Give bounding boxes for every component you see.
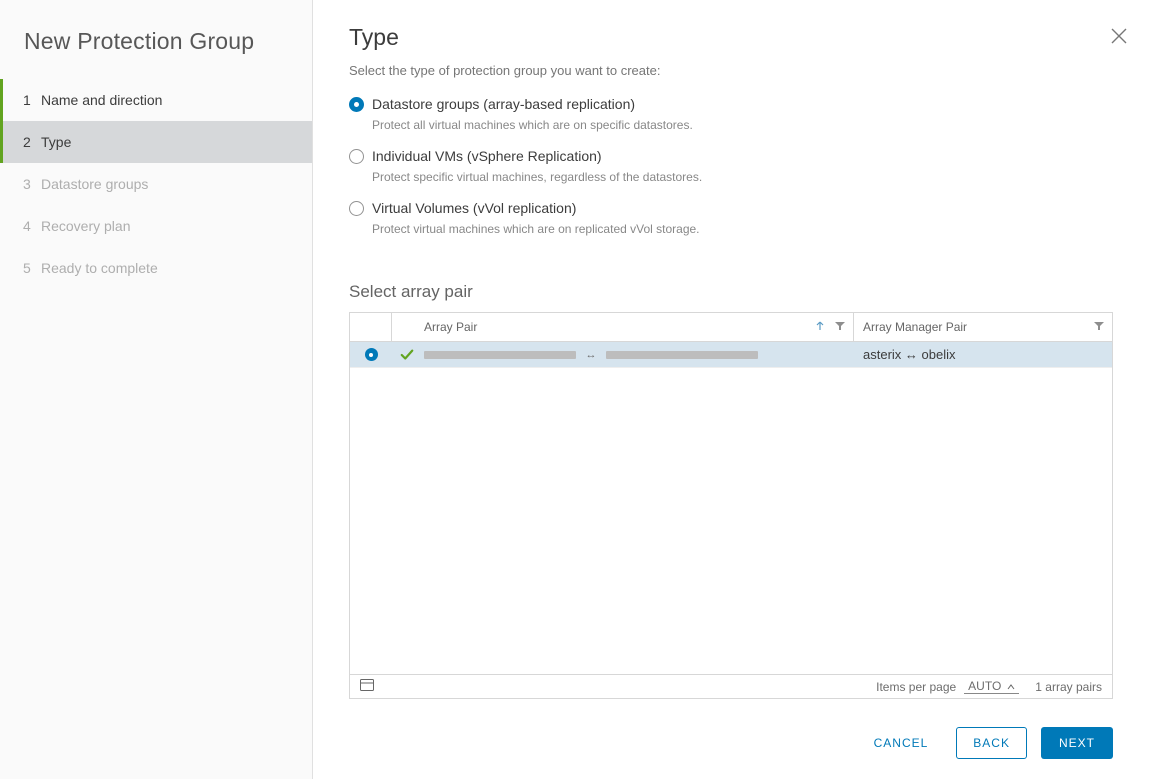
radio-desc: Protect specific virtual machines, regar…	[372, 170, 1113, 184]
step-ready-complete: 5 Ready to complete	[0, 247, 312, 289]
items-per-page-select[interactable]: AUTO	[964, 679, 1019, 694]
col-array-pair[interactable]: Array Pair	[392, 313, 854, 341]
step-name-direction[interactable]: 1 Name and direction	[0, 79, 312, 121]
redacted-text	[606, 351, 758, 359]
back-button[interactable]: BACK	[956, 727, 1027, 759]
items-per-page-value: AUTO	[968, 679, 1001, 693]
array-pair-section-title: Select array pair	[349, 282, 1113, 302]
items-per-page: Items per page AUTO	[876, 679, 1019, 694]
redacted-text	[424, 351, 576, 359]
array-pair-grid: Array Pair Array Manager Pair	[349, 312, 1113, 699]
column-toggle-icon	[360, 680, 374, 694]
radio-icon	[349, 97, 364, 112]
swap-icon: ↔	[582, 349, 600, 361]
radio-desc: Protect all virtual machines which are o…	[372, 118, 1113, 132]
radio-desc: Protect virtual machines which are on re…	[372, 222, 1113, 236]
radio-individual-vms[interactable]: Individual VMs (vSphere Replication) Pro…	[349, 148, 1113, 184]
wizard-steps: 1 Name and direction 2 Type 3 Datastore …	[0, 79, 312, 289]
page-intro: Select the type of protection group you …	[349, 63, 1113, 78]
main-panel: Type Select the type of protection group…	[313, 0, 1149, 779]
chevron-up-icon	[1007, 679, 1015, 693]
wizard-title: New Protection Group	[0, 18, 312, 75]
col-select	[350, 313, 392, 341]
step-label: Type	[41, 134, 71, 150]
radio-label: Virtual Volumes (vVol replication)	[372, 200, 576, 216]
cancel-button[interactable]: CANCEL	[860, 727, 943, 759]
wizard-footer: CANCEL BACK NEXT	[349, 727, 1113, 759]
step-number: 3	[23, 176, 41, 192]
status-ok-icon	[400, 348, 424, 362]
step-recovery-plan: 4 Recovery plan	[0, 205, 312, 247]
next-button[interactable]: NEXT	[1041, 727, 1113, 759]
row-array-pair: ↔	[392, 348, 854, 362]
row-array-manager-pair: asterix ↔ obelix	[854, 347, 1112, 362]
radio-label: Individual VMs (vSphere Replication)	[372, 148, 602, 164]
step-number: 5	[23, 260, 41, 276]
radio-icon	[349, 149, 364, 164]
radio-datastore-groups[interactable]: Datastore groups (array-based replicatio…	[349, 96, 1113, 132]
radio-virtual-volumes[interactable]: Virtual Volumes (vVol replication) Prote…	[349, 200, 1113, 236]
col-array-manager-pair-label: Array Manager Pair	[863, 320, 967, 334]
sort-asc-icon[interactable]	[815, 320, 825, 334]
radio-icon	[365, 348, 378, 361]
grid-header: Array Pair Array Manager Pair	[350, 313, 1112, 342]
step-label: Name and direction	[41, 92, 162, 108]
col-array-pair-label: Array Pair	[424, 320, 477, 334]
array-manager-pair-value: asterix ↔ obelix	[863, 347, 955, 362]
step-number: 1	[23, 92, 41, 108]
grid-footer: Items per page AUTO 1 array pairs	[350, 674, 1112, 698]
grid-body: ↔ asterix ↔ obelix	[350, 342, 1112, 674]
protection-type-radio-group: Datastore groups (array-based replicatio…	[349, 96, 1113, 252]
step-type[interactable]: 2 Type	[0, 121, 312, 163]
wizard-sidebar: New Protection Group 1 Name and directio…	[0, 0, 313, 779]
items-per-page-label: Items per page	[876, 680, 956, 694]
step-label: Datastore groups	[41, 176, 148, 192]
rows-summary: 1 array pairs	[1035, 680, 1102, 694]
step-label: Recovery plan	[41, 218, 131, 234]
step-number: 4	[23, 218, 41, 234]
step-label: Ready to complete	[41, 260, 158, 276]
wizard-dialog: New Protection Group 1 Name and directio…	[0, 0, 1149, 779]
filter-icon[interactable]	[835, 320, 845, 334]
table-row[interactable]: ↔ asterix ↔ obelix	[350, 342, 1112, 368]
radio-icon	[349, 201, 364, 216]
col-array-manager-pair[interactable]: Array Manager Pair	[854, 313, 1112, 341]
array-pair-value: ↔	[424, 349, 758, 361]
step-number: 2	[23, 134, 41, 150]
step-datastore-groups: 3 Datastore groups	[0, 163, 312, 205]
close-button[interactable]	[1111, 28, 1127, 47]
filter-icon[interactable]	[1094, 320, 1104, 334]
close-icon	[1111, 32, 1127, 47]
grid-view-toggle[interactable]	[360, 679, 374, 694]
row-select-radio[interactable]	[350, 348, 392, 361]
page-title: Type	[349, 24, 1113, 51]
radio-label: Datastore groups (array-based replicatio…	[372, 96, 635, 112]
